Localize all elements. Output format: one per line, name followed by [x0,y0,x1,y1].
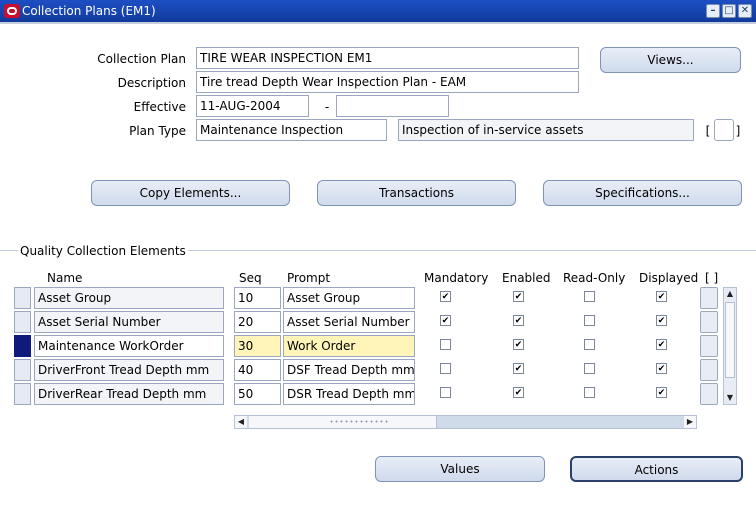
frame-border [0,22,756,24]
title-bar: Collection Plans (EM1) – □ ✕ [0,0,756,22]
descriptive-flexfield-button[interactable] [714,119,734,141]
scroll-down-icon[interactable]: ▼ [724,392,736,404]
transactions-button[interactable]: Transactions [317,180,516,206]
enabled-checkbox[interactable] [513,387,524,398]
row-selector[interactable] [14,383,31,405]
mandatory-checkbox[interactable] [440,315,451,326]
row-selector-current[interactable] [14,335,31,357]
scroll-right-icon[interactable]: ▶ [684,416,696,428]
col-header-dff: [ ] [705,271,719,285]
col-header-enabled: Enabled [502,271,551,285]
effective-separator: - [324,100,330,114]
seq-cell[interactable]: 50 [234,383,281,405]
scroll-left-icon[interactable]: ◀ [235,416,247,428]
mandatory-checkbox[interactable] [440,291,451,302]
col-header-read-only: Read-Only [563,271,626,285]
enabled-checkbox[interactable] [513,339,524,350]
read-only-checkbox[interactable] [584,339,595,350]
col-header-name: Name [47,271,83,285]
scroll-grip-icon [329,419,389,425]
row-selector[interactable] [14,311,31,333]
vertical-scroll-thumb[interactable] [725,302,735,378]
prompt-cell[interactable]: DSF Tread Depth mm [283,359,415,381]
effective-from-field[interactable]: 11-AUG-2004 [196,95,309,117]
plan-type-description-field: Inspection of in-service assets [398,119,694,141]
seq-cell[interactable]: 40 [234,359,281,381]
element-name-cell[interactable]: DriverRear Tread Depth mm [34,383,224,405]
displayed-checkbox[interactable] [656,339,667,350]
enabled-checkbox[interactable] [513,315,524,326]
horizontal-scroll-thumb[interactable] [249,416,437,428]
collection-plan-field[interactable]: TIRE WEAR INSPECTION EM1 [196,47,579,69]
description-field[interactable]: Tire tread Depth Wear Inspection Plan - … [196,71,579,93]
mandatory-checkbox[interactable] [440,387,451,398]
seq-cell[interactable]: 30 [234,335,281,357]
col-header-seq: Seq [239,271,262,285]
views-button[interactable]: Views... [600,47,741,73]
horizontal-scrollbar[interactable]: ◀ ▶ [234,415,697,429]
displayed-checkbox[interactable] [656,291,667,302]
description-label: Description [117,76,186,90]
col-header-mandatory: Mandatory [424,271,489,285]
row-dff-button[interactable] [700,383,718,405]
row-selector[interactable] [14,359,31,381]
plan-type-field[interactable]: Maintenance Inspection [196,119,387,141]
minimize-icon[interactable]: – [706,4,720,18]
collection-plan-label: Collection Plan [97,52,186,66]
actions-button[interactable]: Actions [570,456,743,482]
col-header-prompt: Prompt [287,271,331,285]
col-header-displayed: Displayed [639,271,699,285]
element-name-cell[interactable]: DriverFront Tread Depth mm [34,359,224,381]
prompt-cell[interactable]: Asset Group [283,287,415,309]
mandatory-checkbox[interactable] [440,363,451,374]
read-only-checkbox[interactable] [584,315,595,326]
vertical-scrollbar[interactable]: ▲ ▼ [723,287,737,405]
prompt-cell[interactable]: DSR Tread Depth mm [283,383,415,405]
row-dff-button[interactable] [700,311,718,333]
enabled-checkbox[interactable] [513,291,524,302]
element-name-cell[interactable]: Asset Serial Number [34,311,224,333]
close-icon[interactable]: ✕ [738,4,752,18]
oracle-logo-icon [4,4,20,18]
dff-bracket-right: ] [735,124,741,138]
row-selector[interactable] [14,287,31,309]
displayed-checkbox[interactable] [656,315,667,326]
read-only-checkbox[interactable] [584,291,595,302]
plan-type-label: Plan Type [129,124,186,138]
row-dff-button[interactable] [700,287,718,309]
row-dff-button[interactable] [700,335,718,357]
enabled-checkbox[interactable] [513,363,524,374]
maximize-icon[interactable]: □ [722,4,736,18]
seq-cell[interactable]: 20 [234,311,281,333]
effective-to-field[interactable] [336,95,449,117]
seq-cell[interactable]: 10 [234,287,281,309]
mandatory-checkbox[interactable] [440,339,451,350]
specifications-button[interactable]: Specifications... [543,180,742,206]
read-only-checkbox[interactable] [584,363,595,374]
prompt-cell[interactable]: Work Order [283,335,415,357]
element-name-cell[interactable]: Asset Group [34,287,224,309]
copy-elements-button[interactable]: Copy Elements... [91,180,290,206]
effective-label: Effective [133,100,186,114]
displayed-checkbox[interactable] [656,387,667,398]
dff-bracket-left: [ [705,124,711,138]
section-title: Quality Collection Elements [18,244,188,258]
read-only-checkbox[interactable] [584,387,595,398]
row-dff-button[interactable] [700,359,718,381]
prompt-cell[interactable]: Asset Serial Number [283,311,415,333]
displayed-checkbox[interactable] [656,363,667,374]
window-title: Collection Plans (EM1) [22,4,156,18]
element-name-cell[interactable]: Maintenance WorkOrder [34,335,224,357]
scroll-up-icon[interactable]: ▲ [724,288,736,300]
values-button[interactable]: Values [375,456,545,482]
